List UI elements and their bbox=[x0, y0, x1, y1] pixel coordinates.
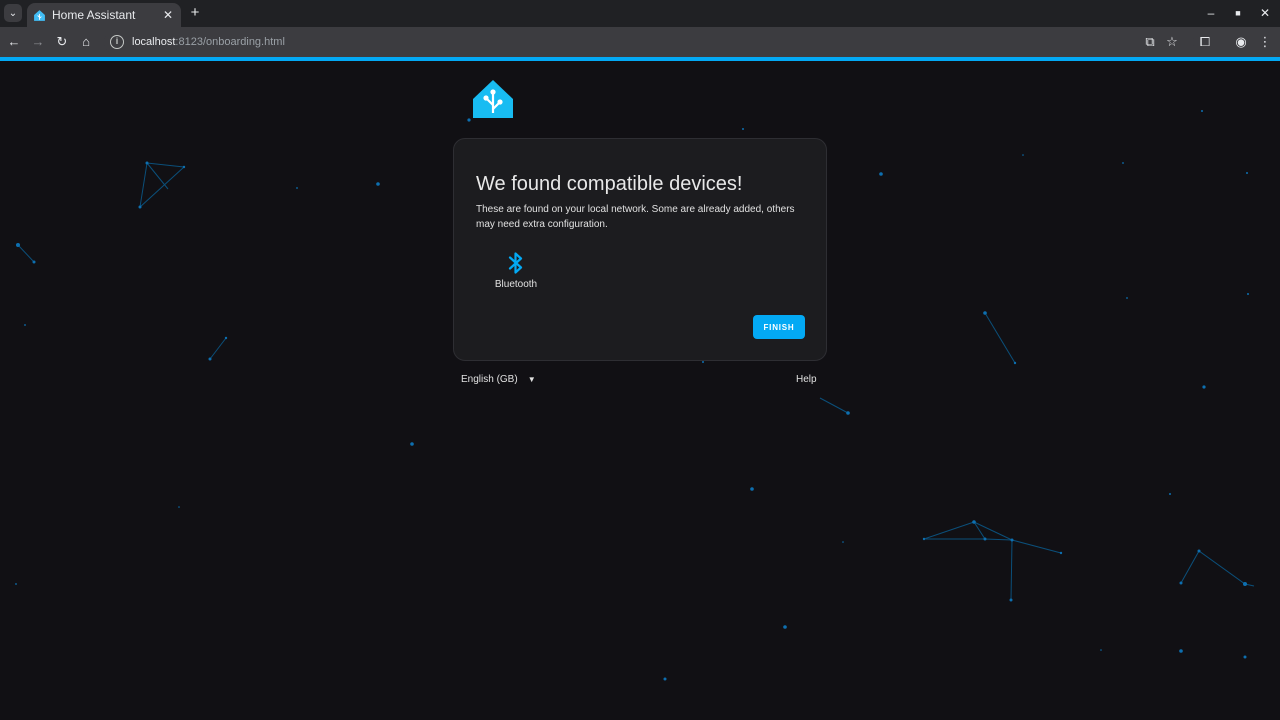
help-link[interactable]: Help bbox=[796, 374, 817, 385]
browser-tab[interactable]: Home Assistant ✕ bbox=[27, 3, 181, 27]
extensions-icon[interactable]: ⧠ bbox=[1196, 33, 1214, 51]
onboarding-page: We found compatible devices! These are f… bbox=[0, 61, 1280, 720]
dropdown-caret-icon: ▼ bbox=[527, 375, 536, 384]
home-icon[interactable]: ⌂ bbox=[77, 33, 95, 51]
home-assistant-logo-icon bbox=[473, 80, 513, 118]
site-info-icon[interactable]: i bbox=[110, 35, 124, 49]
bookmark-star-icon[interactable]: ☆ bbox=[1163, 33, 1181, 51]
browser-toolbar: ← → ↻ ⌂ i localhost:8123/onboarding.html… bbox=[0, 27, 1280, 57]
maximize-icon[interactable]: ■ bbox=[1228, 4, 1248, 22]
finish-button[interactable]: FINISH bbox=[753, 315, 805, 339]
address-bar[interactable]: i localhost:8123/onboarding.html bbox=[104, 30, 1194, 54]
install-app-icon[interactable]: ⧉ bbox=[1141, 33, 1159, 51]
card-title: We found compatible devices! bbox=[476, 173, 743, 195]
device-label: Bluetooth bbox=[494, 279, 538, 290]
bluetooth-icon bbox=[508, 252, 523, 274]
back-icon[interactable]: ← bbox=[5, 33, 23, 51]
forward-icon[interactable]: → bbox=[29, 33, 47, 51]
onboarding-card: We found compatible devices! These are f… bbox=[453, 138, 827, 361]
language-value: English (GB) bbox=[461, 374, 518, 385]
url-path: :8123/onboarding.html bbox=[175, 36, 285, 48]
window-close-icon[interactable]: ✕ bbox=[1255, 4, 1275, 22]
menu-kebab-icon[interactable]: ⋮ bbox=[1256, 33, 1274, 51]
reload-icon[interactable]: ↻ bbox=[53, 33, 71, 51]
tab-title: Home Assistant bbox=[52, 8, 136, 22]
language-select[interactable]: English (GB) ▼ bbox=[461, 374, 536, 385]
tab-search-chevron-icon[interactable]: ⌄ bbox=[4, 4, 22, 22]
new-tab-icon[interactable]: + bbox=[187, 5, 203, 21]
card-description: These are found on your local network. S… bbox=[476, 204, 795, 230]
url-host: localhost bbox=[132, 36, 176, 48]
device-item-bluetooth[interactable]: Bluetooth bbox=[490, 251, 542, 290]
profile-icon[interactable]: ◉ bbox=[1232, 33, 1250, 51]
tab-strip: ⌄ Home Assistant ✕ + – ■ ✕ bbox=[0, 0, 1280, 27]
home-assistant-favicon-icon bbox=[34, 9, 45, 21]
minimize-icon[interactable]: – bbox=[1201, 4, 1221, 22]
tab-close-icon[interactable]: ✕ bbox=[161, 8, 175, 22]
